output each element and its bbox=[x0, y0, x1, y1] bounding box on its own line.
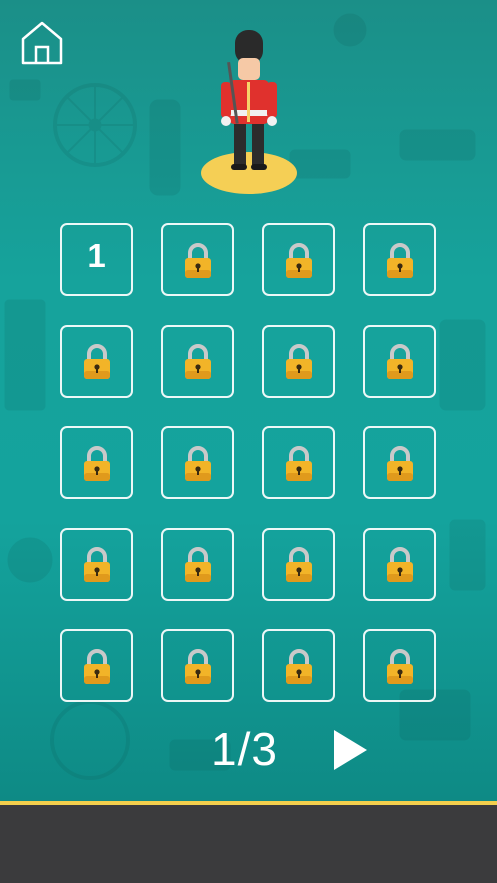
lock-icon bbox=[386, 547, 413, 582]
lock-icon bbox=[184, 445, 211, 481]
level-tile[interactable] bbox=[262, 527, 335, 601]
lock-icon bbox=[285, 547, 312, 582]
lock-icon bbox=[386, 648, 413, 684]
lock-icon bbox=[386, 344, 413, 379]
level-tile[interactable] bbox=[161, 527, 234, 601]
lock-icon bbox=[285, 242, 312, 278]
lock-icon bbox=[83, 648, 110, 684]
lock-icon bbox=[83, 344, 110, 379]
lock-icon bbox=[285, 648, 312, 684]
level-tile[interactable] bbox=[161, 223, 234, 296]
play-next-icon bbox=[334, 730, 367, 770]
level-tile[interactable] bbox=[262, 426, 335, 499]
level-tile[interactable] bbox=[161, 629, 234, 702]
level-tile[interactable] bbox=[161, 324, 234, 398]
lock-icon bbox=[386, 445, 413, 481]
level-tile[interactable] bbox=[363, 629, 436, 702]
page-indicator: 1/3 bbox=[211, 723, 278, 775]
level-grid: 1 bbox=[60, 223, 438, 705]
level-tile[interactable] bbox=[363, 223, 436, 296]
lock-icon bbox=[386, 242, 413, 278]
bottom-bar bbox=[0, 805, 497, 883]
home-icon bbox=[21, 21, 63, 65]
level-tile[interactable] bbox=[262, 324, 335, 398]
level-tile[interactable] bbox=[363, 527, 436, 601]
level-tile[interactable]: 1 bbox=[60, 223, 133, 296]
queens-guard-mascot bbox=[201, 30, 297, 194]
lock-icon bbox=[83, 445, 110, 481]
lock-icon bbox=[184, 242, 211, 278]
level-tile[interactable] bbox=[60, 629, 133, 702]
lock-icon bbox=[83, 547, 110, 582]
home-button[interactable] bbox=[20, 20, 64, 66]
level-tile[interactable] bbox=[60, 527, 133, 601]
lock-icon bbox=[184, 547, 211, 582]
level-tile[interactable] bbox=[363, 324, 436, 398]
level-tile[interactable] bbox=[262, 629, 335, 702]
level-select-screen: 1 1/3 bbox=[0, 0, 497, 801]
lock-icon bbox=[184, 648, 211, 684]
lock-icon bbox=[184, 344, 211, 379]
lock-icon bbox=[285, 344, 312, 379]
level-tile[interactable] bbox=[262, 223, 335, 296]
level-tile[interactable] bbox=[161, 426, 234, 499]
lock-icon bbox=[285, 445, 312, 481]
next-page-button[interactable] bbox=[330, 728, 370, 772]
level-number: 1 bbox=[87, 237, 106, 274]
pager: 1/3 bbox=[0, 720, 497, 780]
level-tile[interactable] bbox=[60, 324, 133, 398]
level-tile[interactable] bbox=[363, 426, 436, 499]
level-tile[interactable] bbox=[60, 426, 133, 499]
